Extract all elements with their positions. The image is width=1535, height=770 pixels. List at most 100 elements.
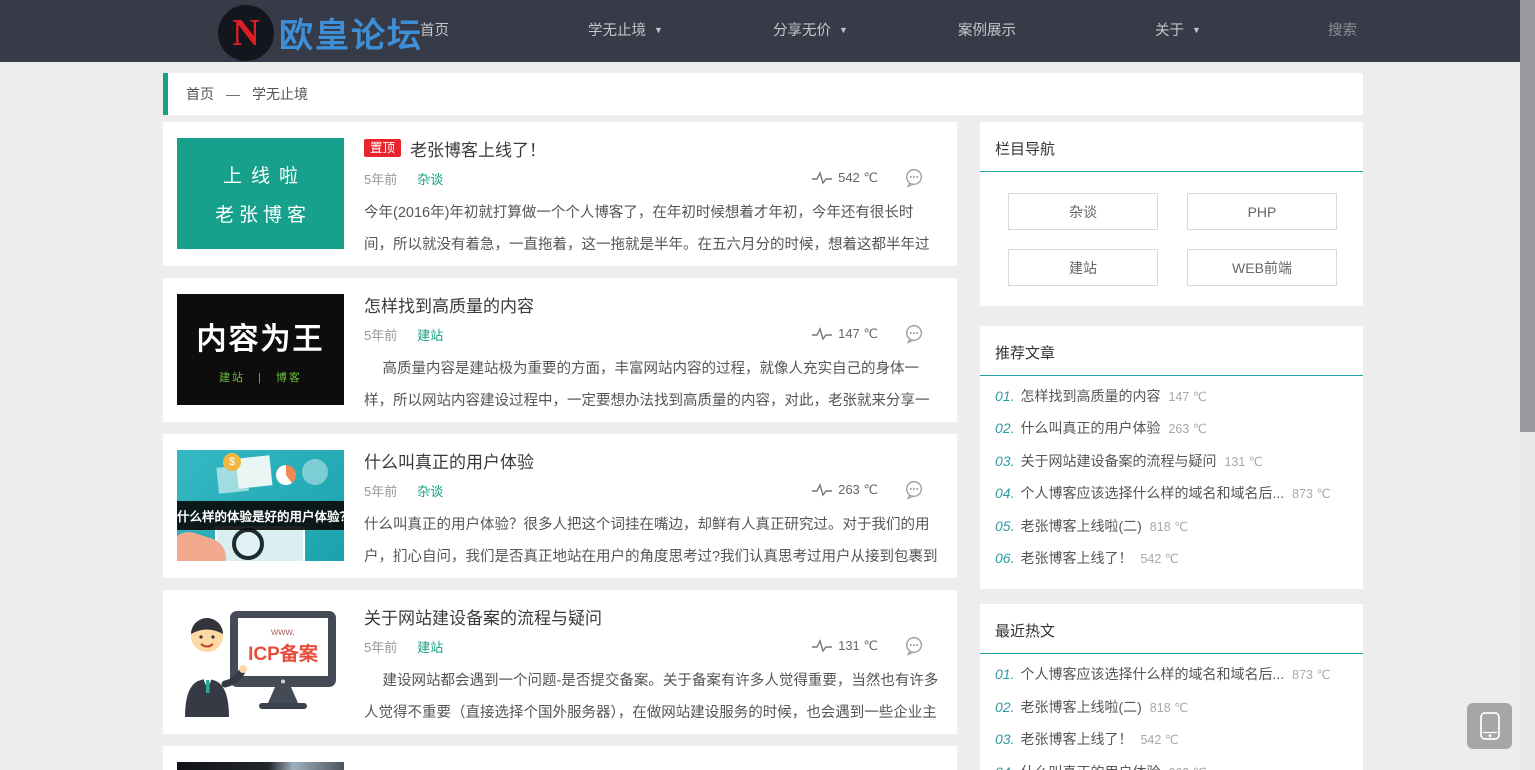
coin-icon: $ — [223, 453, 241, 471]
article-temperature: 542 ℃ — [811, 170, 878, 186]
article-thumbnail[interactable]: 内容为王建站 | 博客 — [177, 294, 344, 405]
breadcrumb-home[interactable]: 首页 — [186, 84, 214, 104]
sidebar-article-item[interactable]: 01. 个人博客应该选择什么样的域名和域名后... 873 ℃ — [995, 664, 1348, 696]
sidebar-article-item[interactable]: 01. 怎样找到高质量的内容 147 ℃ — [995, 386, 1348, 418]
thumb-subtitle: 建站 | 博客 — [219, 369, 302, 385]
sidebar-article-item[interactable]: 02. 老张博客上线啦(二) 818 ℃ — [995, 697, 1348, 729]
item-number: 01. — [995, 388, 1014, 404]
navbar: N 欧皇论坛 首页 学无止境▼ 分享无价▼ 案例展示 关于 ▼ 搜索 — [0, 0, 1535, 62]
article-title[interactable]: 怎样找到高质量的内容 — [364, 292, 534, 317]
item-title: 什么叫真正的用户体验 — [1020, 418, 1160, 438]
item-temperature: 818 ℃ — [1150, 700, 1188, 715]
nav-item-label: 案例展示 — [958, 23, 1016, 39]
article-thumbnail[interactable] — [177, 762, 344, 770]
comment-icon[interactable] — [904, 168, 924, 188]
nav-item-3[interactable]: 分享无价▼ — [773, 0, 848, 62]
article-body: 置顶 老张博客上线了！ 5年前 杂谈 542 ℃ 今年(2016年)年初就打算做… — [364, 122, 957, 266]
article-card: 内容为王建站 | 博客 怎样找到高质量的内容 5年前 建站 147 ℃ — [163, 278, 957, 422]
article-card — [163, 746, 957, 770]
temperature-value: 263 ℃ — [838, 482, 878, 498]
logo-icon: N — [218, 5, 274, 61]
sidebar-article-item[interactable]: 04. 什么叫真正的用户体验 263 ℃ — [995, 762, 1348, 770]
site-logo[interactable]: N 欧皇论坛 — [218, 0, 423, 62]
nav-item-5[interactable]: 关于 ▼ — [1155, 0, 1201, 62]
item-number: 03. — [995, 453, 1014, 469]
thumb-banner: 什么样的体验是好的用户体验？ — [177, 501, 344, 530]
svg-text:www.: www. — [270, 627, 295, 638]
article-card: www. ICP备案 关于网站建设备案的流程与疑问 5年前 建站 131 ℃ — [163, 590, 957, 734]
article-card: $什么样的体验是好的用户体验？ 什么叫真正的用户体验 5年前 杂谈 263 ℃ — [163, 434, 957, 578]
category-button-4[interactable]: WEB前端 — [1187, 249, 1337, 286]
nav-item-label: 首页 — [420, 23, 449, 39]
item-temperature: 818 ℃ — [1150, 519, 1188, 534]
article-thumbnail[interactable]: www. ICP备案 — [177, 606, 344, 717]
item-number: 02. — [995, 699, 1014, 715]
category-button-2[interactable]: PHP — [1187, 193, 1337, 230]
sidebar-article-item[interactable]: 03. 老张博客上线了！ 542 ℃ — [995, 729, 1348, 761]
nav-item-4[interactable]: 案例展示 — [958, 0, 1016, 62]
sidebar-article-item[interactable]: 05. 老张博客上线啦(二) 818 ℃ — [995, 516, 1348, 548]
article-category-link[interactable]: 建站 — [417, 325, 443, 344]
article-card: 上线啦老张博客 置顶 老张博客上线了！ 5年前 杂谈 542 ℃ 今年(201 — [163, 122, 957, 266]
article-category-link[interactable]: 杂谈 — [417, 481, 443, 500]
item-temperature: 873 ℃ — [1292, 667, 1330, 682]
nav-item-6[interactable]: 搜索 — [1328, 0, 1357, 62]
article-excerpt: 什么叫真正的用户体验？很多人把这个词挂在嘴边，却鲜有人真正研究过。对于我们的用户… — [364, 509, 939, 573]
item-number: 04. — [995, 764, 1014, 770]
scrollbar-track — [1520, 0, 1535, 770]
temperature-value: 131 ℃ — [838, 638, 878, 654]
article-category-link[interactable]: 杂谈 — [417, 169, 443, 188]
article-thumbnail[interactable]: 上线啦老张博客 — [177, 138, 344, 249]
mobile-view-button[interactable] — [1467, 703, 1512, 749]
logo-letter: N — [232, 14, 259, 52]
article-thumbnail[interactable]: $ 什么样的体验是好的用户体验？ — [177, 450, 344, 561]
nav-item-1[interactable]: 首页 — [420, 0, 449, 62]
article-title[interactable]: 关于网站建设备案的流程与疑问 — [364, 604, 602, 629]
pulse-icon — [811, 638, 833, 654]
nav-item-label: 关于 — [1155, 23, 1184, 39]
item-temperature: 263 ℃ — [1168, 765, 1206, 770]
svg-text:ICP备案: ICP备案 — [248, 642, 319, 665]
item-number: 06. — [995, 550, 1014, 566]
item-number: 01. — [995, 666, 1014, 682]
article-title[interactable]: 老张博客上线了！ — [410, 136, 546, 161]
comment-icon[interactable] — [904, 324, 924, 344]
sidebar-section: 推荐文章 01. 怎样找到高质量的内容 147 ℃ 02. 什么叫真正的用户体验… — [980, 326, 1363, 589]
nav-item-label: 分享无价 — [773, 23, 831, 39]
sidebar-article-item[interactable]: 02. 什么叫真正的用户体验 263 ℃ — [995, 418, 1348, 450]
item-title: 怎样找到高质量的内容 — [1020, 386, 1160, 406]
thumb-title: 内容为王 — [197, 314, 325, 358]
thumb-decoration — [302, 459, 328, 485]
nav-item-label: 搜索 — [1328, 23, 1357, 39]
item-title: 个人博客应该选择什么样的域名和域名后... — [1020, 664, 1284, 684]
article-temperature: 263 ℃ — [811, 482, 878, 498]
comment-icon[interactable] — [904, 480, 924, 500]
item-temperature: 542 ℃ — [1140, 732, 1178, 747]
article-body: 关于网站建设备案的流程与疑问 5年前 建站 131 ℃ 建设网站都会遇到一个问题… — [364, 590, 957, 734]
sidebar-section: 最近热文 01. 个人博客应该选择什么样的域名和域名后... 873 ℃ 02.… — [980, 604, 1363, 770]
pulse-icon — [811, 326, 833, 342]
breadcrumb-current: 学无止境 — [252, 84, 308, 104]
item-temperature: 131 ℃ — [1224, 454, 1262, 469]
category-button-3[interactable]: 建站 — [1008, 249, 1158, 286]
item-title: 关于网站建设备案的流程与疑问 — [1020, 451, 1216, 471]
article-category-link[interactable]: 建站 — [417, 637, 443, 656]
article-excerpt: 高质量内容是建站极为重要的方面，丰富网站内容的过程，就像人充实自己的身体一样，所… — [364, 353, 939, 417]
comment-icon[interactable] — [904, 636, 924, 656]
sidebar-article-item[interactable]: 04. 个人博客应该选择什么样的域名和域名后... 873 ℃ — [995, 483, 1348, 515]
sidebar: 栏目导航 杂谈 PHP 建站 WEB前端 推荐文章 01. 怎样找到高质量的内容 14… — [980, 122, 1363, 770]
article-title[interactable]: 什么叫真正的用户体验 — [364, 448, 534, 473]
sidebar-section: 栏目导航 杂谈 PHP 建站 WEB前端 — [980, 122, 1363, 306]
breadcrumb-separator: — — [226, 86, 240, 102]
scrollbar-thumb[interactable] — [1520, 0, 1535, 432]
icp-illustration: www. ICP备案 — [177, 606, 344, 717]
chevron-down-icon: ▼ — [1192, 25, 1201, 35]
nav-item-2[interactable]: 学无止境▼ — [588, 0, 663, 62]
sidebar-article-item[interactable]: 03. 关于网站建设备案的流程与疑问 131 ℃ — [995, 451, 1348, 483]
sidebar-section-title: 栏目导航 — [980, 122, 1363, 171]
item-number: 03. — [995, 731, 1014, 747]
article-temperature: 147 ℃ — [811, 326, 878, 342]
sidebar-article-item[interactable]: 06. 老张博客上线了！ 542 ℃ — [995, 548, 1348, 580]
nav-item-label: 学无止境 — [588, 23, 646, 39]
category-button-1[interactable]: 杂谈 — [1008, 193, 1158, 230]
